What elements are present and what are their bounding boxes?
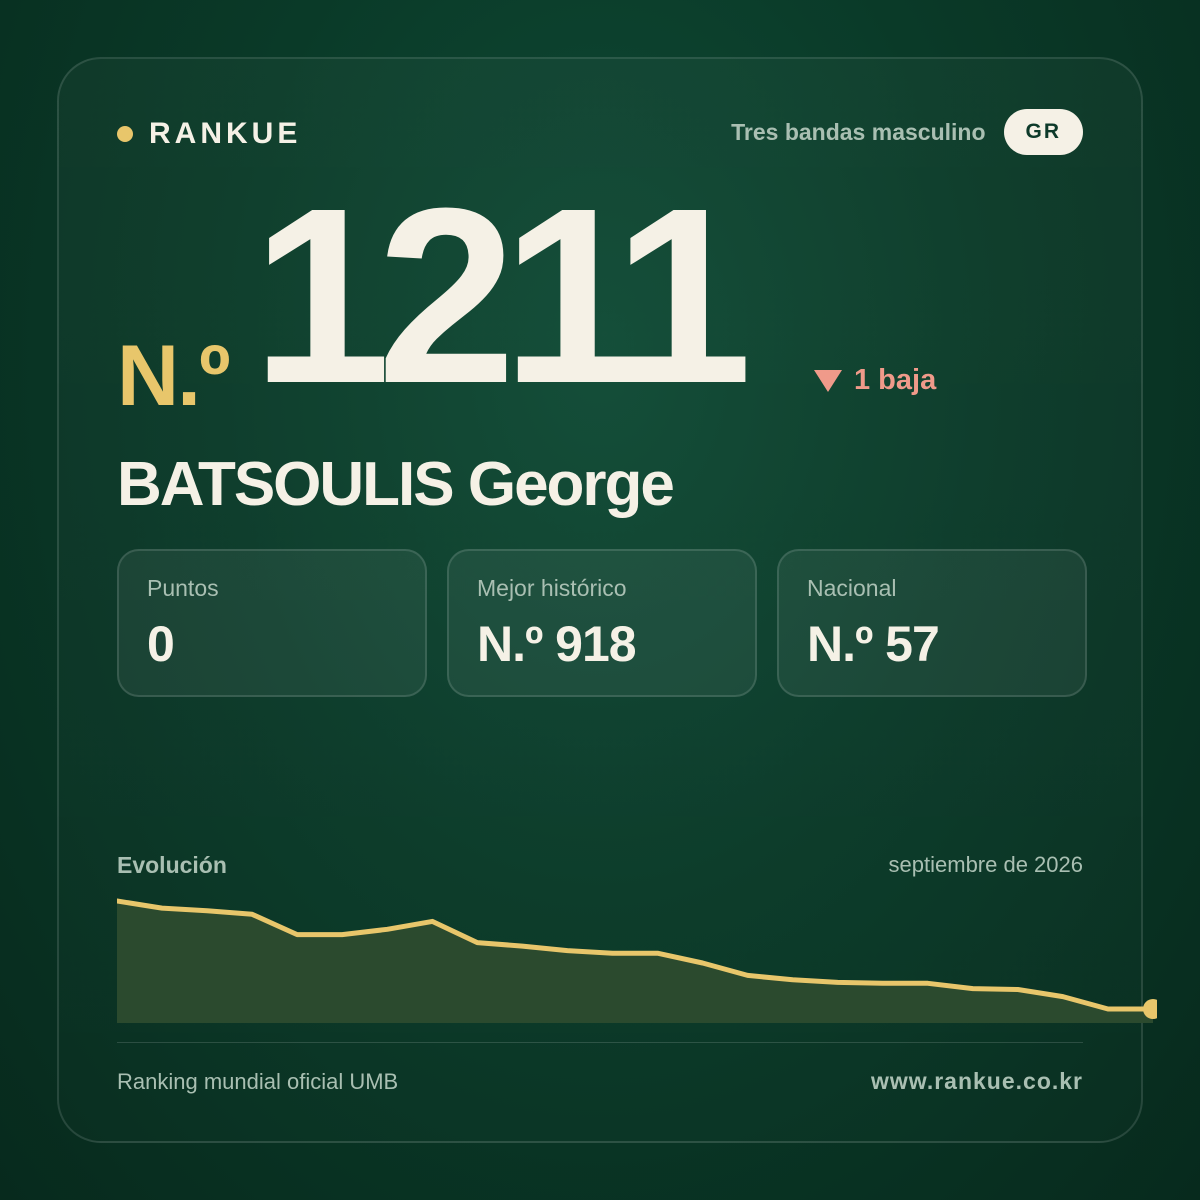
stat-label: Nacional xyxy=(807,575,897,601)
category-label: Tres bandas masculino xyxy=(731,118,986,145)
brand-dot-icon xyxy=(117,126,133,142)
brand-name: RANKUE xyxy=(149,117,302,150)
down-triangle-icon xyxy=(814,369,842,392)
ranking-card: RANKUE Tres bandas masculino GR N.º 1211… xyxy=(57,57,1157,1143)
stat-card-best: Mejor histórico N.º 918 xyxy=(447,549,757,697)
header-right: Tres bandas masculino GR xyxy=(731,109,1083,155)
stat-card-national: Nacional N.º 57 xyxy=(777,549,1087,697)
rank-number: 1211 xyxy=(252,156,752,435)
evolution-date: septiembre de 2026 xyxy=(888,852,1083,877)
brand: RANKUE xyxy=(117,117,301,151)
footer-website-link[interactable]: www.rankue.co.kr xyxy=(871,1068,1083,1095)
stat-value: N.º 57 xyxy=(807,616,940,672)
player-name: BATSOULIS George xyxy=(117,450,675,519)
rank-prefix: N.º xyxy=(117,328,230,424)
divider xyxy=(117,1042,1083,1043)
evolution-label: Evolución xyxy=(117,852,227,878)
stat-label: Puntos xyxy=(147,575,219,601)
evolution-area xyxy=(117,901,1153,1023)
stat-card-points: Puntos 0 xyxy=(117,549,427,697)
evolution-chart xyxy=(117,898,1157,1023)
stat-label: Mejor histórico xyxy=(477,575,627,601)
country-badge: GR xyxy=(1003,109,1083,155)
stat-value: N.º 918 xyxy=(477,616,637,672)
rank-change-text: 1 baja xyxy=(854,364,937,396)
stat-value: 0 xyxy=(147,616,175,672)
footer-source: Ranking mundial oficial UMB xyxy=(117,1069,399,1094)
rank-change: 1 baja xyxy=(814,364,936,397)
